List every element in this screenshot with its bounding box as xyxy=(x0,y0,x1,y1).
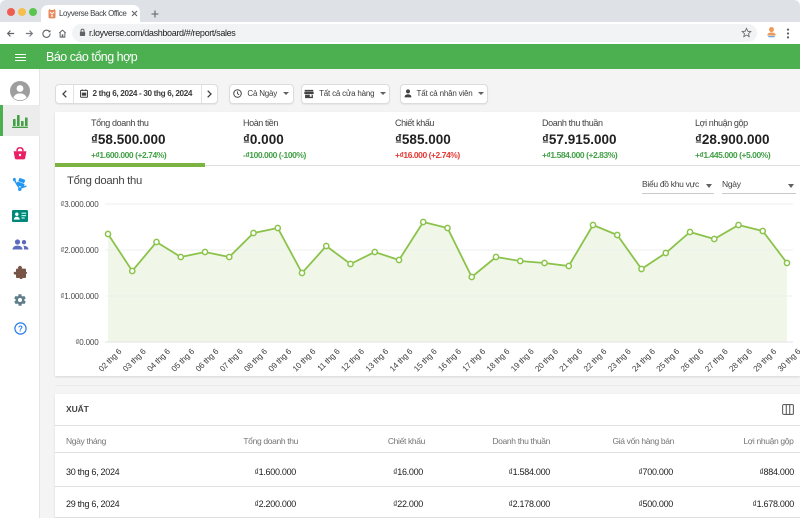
svg-text:24 thg 6: 24 thg 6 xyxy=(630,347,657,374)
svg-text:08 thg 6: 08 thg 6 xyxy=(242,347,269,374)
svg-text:07 thg 6: 07 thg 6 xyxy=(218,347,245,374)
svg-text:23 thg 6: 23 thg 6 xyxy=(606,347,633,374)
svg-text:27 thg 6: 27 thg 6 xyxy=(703,347,730,374)
svg-text:28 thg 6: 28 thg 6 xyxy=(727,347,754,374)
svg-text:06 thg 6: 06 thg 6 xyxy=(194,347,221,374)
svg-text:19 thg 6: 19 thg 6 xyxy=(509,347,536,374)
svg-text:21 thg 6: 21 thg 6 xyxy=(558,347,585,374)
svg-text:13 thg 6: 13 thg 6 xyxy=(364,347,391,374)
svg-text:26 thg 6: 26 thg 6 xyxy=(679,347,706,374)
svg-text:?: ? xyxy=(18,324,23,333)
svg-text:12 thg 6: 12 thg 6 xyxy=(339,347,366,374)
svg-text:14 thg 6: 14 thg 6 xyxy=(388,347,415,374)
svg-text:16 thg 6: 16 thg 6 xyxy=(436,347,463,374)
svg-text:29 thg 6: 29 thg 6 xyxy=(752,347,779,374)
svg-text:09 thg 6: 09 thg 6 xyxy=(267,347,294,374)
svg-text:02 thg 6: 02 thg 6 xyxy=(97,347,124,374)
svg-text:18 thg 6: 18 thg 6 xyxy=(485,347,512,374)
svg-text:25 thg 6: 25 thg 6 xyxy=(655,347,682,374)
svg-text:17 thg 6: 17 thg 6 xyxy=(461,347,488,374)
svg-text:30 thg 6: 30 thg 6 xyxy=(776,347,800,374)
svg-text:₫1.000.000: ₫1.000.000 xyxy=(60,292,99,301)
svg-text:04 thg 6: 04 thg 6 xyxy=(145,347,172,374)
svg-text:03 thg 6: 03 thg 6 xyxy=(121,347,148,374)
svg-text:05 thg 6: 05 thg 6 xyxy=(170,347,197,374)
svg-text:10 thg 6: 10 thg 6 xyxy=(291,347,318,374)
svg-text:₫3.000.000: ₫3.000.000 xyxy=(60,200,99,209)
svg-text:22 thg 6: 22 thg 6 xyxy=(582,347,609,374)
svg-text:₫2.000.000: ₫2.000.000 xyxy=(60,246,99,255)
svg-text:₫0.000: ₫0.000 xyxy=(75,338,99,347)
svg-text:15 thg 6: 15 thg 6 xyxy=(412,347,439,374)
svg-text:11 thg 6: 11 thg 6 xyxy=(316,347,342,373)
svg-text:20 thg 6: 20 thg 6 xyxy=(533,347,560,374)
